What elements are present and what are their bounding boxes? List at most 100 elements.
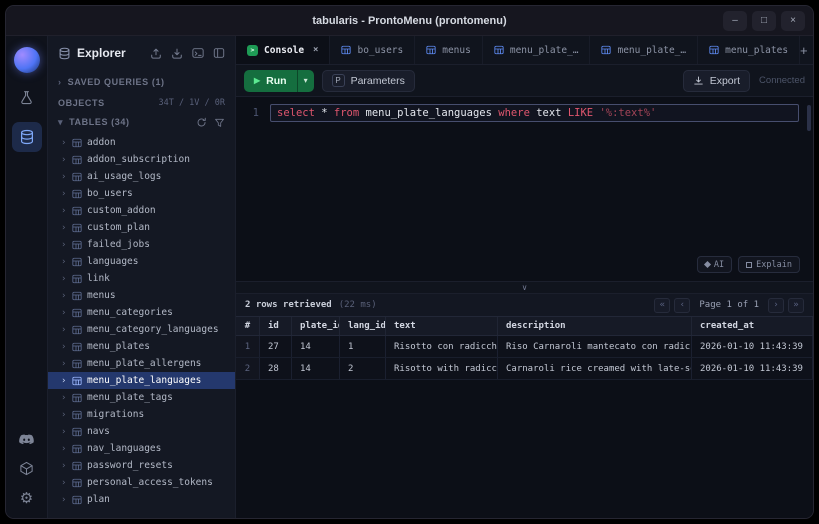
tab-menus[interactable]: menus bbox=[415, 36, 483, 64]
tab-menu-plate-[interactable]: menu_plate_… bbox=[483, 36, 591, 64]
next-page-button[interactable]: › bbox=[768, 297, 784, 313]
database-explorer-icon[interactable] bbox=[11, 122, 42, 152]
refresh-icon[interactable] bbox=[196, 117, 207, 128]
table-icon bbox=[72, 155, 82, 165]
editor-scrollbar[interactable] bbox=[807, 105, 811, 131]
sidebar-table-item[interactable]: › ai_usage_logs bbox=[48, 168, 235, 185]
sidebar-table-item[interactable]: › custom_plan bbox=[48, 219, 235, 236]
parameters-button[interactable]: P Parameters bbox=[321, 69, 415, 92]
table-icon bbox=[72, 172, 82, 182]
sidebar-table-item[interactable]: › password_resets bbox=[48, 457, 235, 474]
sql-editor[interactable]: 1 select * from menu_plate_languages whe… bbox=[236, 97, 813, 281]
sidebar-table-item[interactable]: › link bbox=[48, 270, 235, 287]
tab-menu-plate-[interactable]: menu_plate_… bbox=[590, 36, 699, 64]
column-header[interactable]: description bbox=[498, 317, 692, 335]
cube-icon[interactable] bbox=[19, 461, 34, 476]
sidebar-table-item[interactable]: › menus bbox=[48, 287, 235, 304]
chevron-right-icon: › bbox=[61, 307, 67, 318]
sidebar-table-item[interactable]: › failed_jobs bbox=[48, 236, 235, 253]
table-icon bbox=[72, 138, 82, 148]
table-name: menu_category_languages bbox=[87, 324, 219, 335]
sql-token: '%:text%' bbox=[599, 107, 657, 119]
code-area: select * from menu_plate_languages where… bbox=[270, 104, 799, 281]
prev-page-button[interactable]: ‹ bbox=[674, 297, 691, 313]
explorer-sidebar: Explorer › SAVED QUERIES (1) OBJECTS 34T… bbox=[48, 36, 236, 518]
sidebar-table-item[interactable]: › languages bbox=[48, 253, 235, 270]
panel-layout-icon[interactable] bbox=[213, 47, 225, 59]
run-split-button: ▶ Run ▾ bbox=[244, 69, 314, 92]
last-page-button[interactable]: » bbox=[788, 297, 804, 313]
sidebar-table-item[interactable]: › menu_categories bbox=[48, 304, 235, 321]
tables-section[interactable]: ▾ TABLES (34) bbox=[48, 112, 235, 132]
table-row[interactable]: 228142Risotto with radicchioCarnaroli ri… bbox=[236, 358, 813, 380]
close-button[interactable]: × bbox=[781, 10, 805, 31]
tab-label: bo_users bbox=[357, 44, 404, 56]
sidebar-table-item[interactable]: › addon_subscription bbox=[48, 151, 235, 168]
table-row[interactable]: 1 27 14 1 Risotto con radicchio Riso Carnarol… bbox=[236, 336, 813, 358]
table-icon bbox=[72, 393, 82, 403]
maximize-icon: □ bbox=[760, 15, 768, 26]
first-page-icon: « bbox=[659, 300, 666, 310]
table-name: addon bbox=[87, 137, 116, 148]
results-empty-area bbox=[236, 380, 813, 518]
sidebar-table-item[interactable]: › menu_plate_allergens bbox=[48, 355, 235, 372]
cell: 27 bbox=[260, 336, 292, 357]
chevron-right-icon: › bbox=[61, 256, 67, 267]
flask-icon[interactable] bbox=[19, 90, 34, 105]
column-header[interactable]: text bbox=[386, 317, 498, 335]
column-header[interactable]: lang_id bbox=[340, 317, 386, 335]
sidebar-table-item[interactable]: › menu_plate_languages bbox=[48, 372, 235, 389]
explain-button[interactable]: Explain bbox=[738, 256, 800, 273]
export-button[interactable]: Export bbox=[682, 69, 751, 92]
results-splitter[interactable]: ∨ bbox=[236, 281, 813, 294]
run-label: Run bbox=[266, 74, 287, 87]
first-page-button[interactable]: « bbox=[654, 297, 671, 313]
play-icon: ▶ bbox=[254, 76, 261, 85]
tab-console[interactable]: > Console × bbox=[236, 36, 331, 64]
sidebar-table-item[interactable]: › menu_plates bbox=[48, 338, 235, 355]
chevron-right-icon: › bbox=[61, 239, 67, 250]
table-icon bbox=[72, 478, 82, 488]
sidebar-table-item[interactable]: › navs bbox=[48, 423, 235, 440]
column-header[interactable]: created_at bbox=[692, 317, 813, 335]
ai-button[interactable]: AI bbox=[696, 256, 733, 273]
discord-icon[interactable] bbox=[18, 434, 35, 446]
sidebar-table-item[interactable]: › nav_languages bbox=[48, 440, 235, 457]
sidebar-table-item[interactable]: › bo_users bbox=[48, 185, 235, 202]
table-name: menu_plate_allergens bbox=[87, 358, 202, 369]
sidebar-table-item[interactable]: › menu_plate_tags bbox=[48, 389, 235, 406]
maximize-button[interactable]: □ bbox=[752, 10, 776, 31]
run-button[interactable]: ▶ Run bbox=[244, 69, 297, 92]
chevron-right-icon: › bbox=[61, 171, 67, 182]
explorer-actions bbox=[150, 47, 225, 59]
sidebar-table-item[interactable]: › plan bbox=[48, 491, 235, 508]
table-name: bo_users bbox=[87, 188, 133, 199]
table-icon bbox=[72, 342, 82, 352]
close-tab-icon[interactable]: × bbox=[313, 45, 318, 55]
upload-icon[interactable] bbox=[150, 47, 162, 59]
settings-gear-icon[interactable]: ⚙ bbox=[20, 491, 33, 506]
new-tab-button[interactable]: + bbox=[800, 36, 808, 64]
saved-queries-section[interactable]: › SAVED QUERIES (1) bbox=[48, 70, 235, 94]
sidebar-table-item[interactable]: › menu_category_languages bbox=[48, 321, 235, 338]
results-header: # id plate_id lang_id text description created… bbox=[236, 316, 813, 336]
column-header[interactable]: # bbox=[236, 317, 260, 335]
sidebar-table-item[interactable]: › custom_addon bbox=[48, 202, 235, 219]
column-header[interactable]: id bbox=[260, 317, 292, 335]
sidebar-table-item[interactable]: › migrations bbox=[48, 406, 235, 423]
filter-icon[interactable] bbox=[214, 117, 225, 128]
terminal-icon[interactable] bbox=[192, 47, 204, 59]
run-options-button[interactable]: ▾ bbox=[296, 69, 314, 92]
chevron-right-icon: › bbox=[58, 77, 62, 87]
tab-bo-users[interactable]: bo_users bbox=[330, 36, 416, 64]
minimize-button[interactable]: – bbox=[723, 10, 747, 31]
sidebar-table-item[interactable]: › addon bbox=[48, 134, 235, 151]
table-name: nav_languages bbox=[87, 443, 162, 454]
sidebar-table-item[interactable]: › personal_access_tokens bbox=[48, 474, 235, 491]
chevron-right-icon: › bbox=[61, 358, 67, 369]
sql-line[interactable]: select * from menu_plate_languages where… bbox=[270, 104, 799, 122]
plus-icon: + bbox=[800, 42, 808, 58]
tab-menu-plates[interactable]: menu_plates bbox=[698, 36, 801, 64]
download-icon[interactable] bbox=[171, 47, 183, 59]
column-header[interactable]: plate_id bbox=[292, 317, 340, 335]
